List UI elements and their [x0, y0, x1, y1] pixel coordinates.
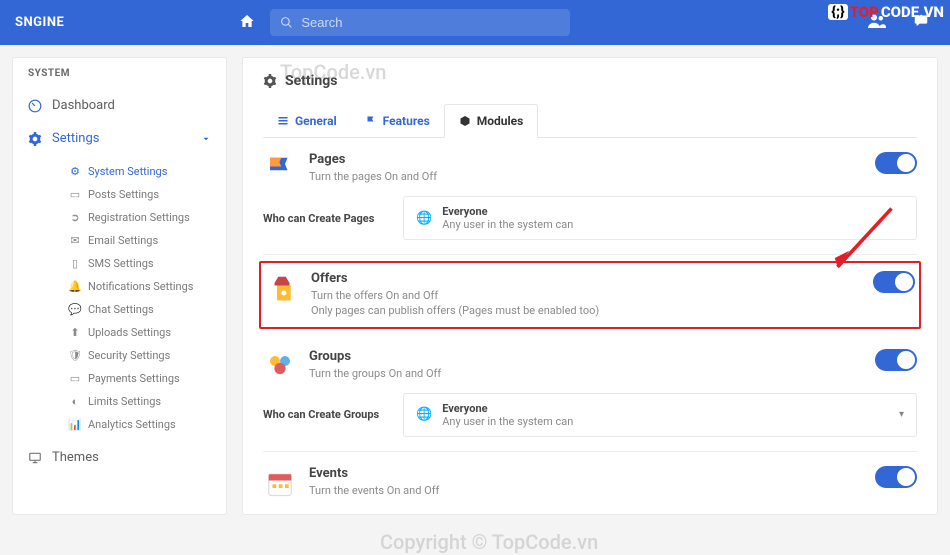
- shield-icon: 🛡: [69, 349, 81, 362]
- sidebar-sub-payments[interactable]: ▭Payments Settings: [49, 367, 226, 390]
- sliders-icon: ⚙: [69, 165, 81, 178]
- highlighted-module: Offers Turn the offers On and Off Only p…: [259, 261, 921, 329]
- cube-icon: [459, 115, 471, 127]
- tab-general[interactable]: General: [263, 104, 351, 137]
- setting-label: Who can Create Groups: [263, 408, 403, 421]
- tabs: General Features Modules: [263, 104, 917, 138]
- phone-icon: ▯: [69, 257, 81, 270]
- groups-icon: [263, 349, 297, 383]
- pages-toggle[interactable]: [875, 152, 917, 174]
- tab-features[interactable]: Features: [351, 104, 444, 137]
- sidebar-sub-uploads[interactable]: ⬆Uploads Settings: [49, 321, 226, 344]
- sidebar-sub-security[interactable]: 🛡Security Settings: [49, 344, 226, 367]
- module-desc: Turn the pages On and Off: [309, 169, 863, 184]
- sidebar-category: SYSTEM: [13, 58, 226, 89]
- sidebar-item-label: Themes: [52, 450, 99, 465]
- module-desc: Turn the offers On and Off: [311, 288, 861, 303]
- sidebar-sub-registration[interactable]: ➲Registration Settings: [49, 206, 226, 229]
- module-events: Events Turn the events On and Off: [263, 452, 917, 514]
- home-icon[interactable]: [239, 13, 255, 33]
- events-icon: [263, 466, 297, 500]
- module-title: Pages: [309, 152, 863, 167]
- module-title: Groups: [309, 349, 863, 364]
- monitor-icon: [28, 451, 42, 465]
- sidebar-item-dashboard[interactable]: Dashboard: [13, 89, 226, 122]
- card-icon: ▭: [69, 372, 81, 385]
- module-groups: Groups Turn the groups On and Off Who ca…: [263, 335, 917, 452]
- topcode-badge: {;} TOPCODE.VN: [822, 0, 950, 24]
- chat-icon: 💬: [69, 303, 81, 316]
- sidebar-sub-posts[interactable]: ▭Posts Settings: [49, 183, 226, 206]
- watermark: Copyright © TopCode.vn: [380, 530, 598, 554]
- sidebar-item-label: Dashboard: [52, 98, 115, 113]
- list-icon: [277, 115, 289, 127]
- gauge-icon: ◐: [69, 395, 81, 408]
- sidebar-sub-limits[interactable]: ◐Limits Settings: [49, 390, 226, 413]
- chevron-down-icon: [201, 134, 211, 144]
- gear-icon: [28, 132, 42, 146]
- sidebar-submenu: ⚙System Settings ▭Posts Settings ➲Regist…: [13, 155, 226, 441]
- posts-icon: ▭: [69, 188, 81, 201]
- login-icon: ➲: [69, 211, 81, 224]
- caret-down-icon: ▾: [899, 409, 904, 420]
- brand-logo: SNGINE: [15, 15, 64, 30]
- sidebar-sub-system[interactable]: ⚙System Settings: [49, 160, 226, 183]
- sidebar-sub-chat[interactable]: 💬Chat Settings: [49, 298, 226, 321]
- offers-icon: [265, 271, 299, 305]
- dashboard-icon: [28, 99, 42, 113]
- module-extra: Only pages can publish offers (Pages mus…: [311, 303, 861, 318]
- bell-icon: 🔔: [69, 280, 81, 293]
- module-title: Offers: [311, 271, 861, 286]
- main-panel: Settings General Features Modules Pages …: [242, 57, 938, 515]
- sidebar-sub-analytics[interactable]: 📊Analytics Settings: [49, 413, 226, 436]
- flag-icon: [365, 115, 377, 127]
- tab-modules[interactable]: Modules: [444, 104, 539, 138]
- page-title: Settings: [263, 73, 917, 89]
- module-pages: Pages Turn the pages On and Off Who can …: [263, 138, 917, 255]
- chart-icon: 📊: [69, 418, 81, 431]
- sidebar-sub-notifications[interactable]: 🔔Notifications Settings: [49, 275, 226, 298]
- sidebar-sub-sms[interactable]: ▯SMS Settings: [49, 252, 226, 275]
- search-icon: [280, 16, 293, 29]
- mail-icon: ✉: [69, 234, 81, 247]
- gear-icon: [263, 74, 277, 88]
- sidebar: SYSTEM Dashboard Settings ⚙System Settin…: [12, 57, 227, 515]
- module-desc: Turn the events On and Off: [309, 483, 863, 498]
- pages-icon: [263, 152, 297, 186]
- module-desc: Turn the groups On and Off: [309, 366, 863, 381]
- pages-who-dropdown[interactable]: 🌐 Everyone Any user in the system can: [403, 196, 917, 240]
- events-toggle[interactable]: [875, 466, 917, 488]
- groups-toggle[interactable]: [875, 349, 917, 371]
- sidebar-item-themes[interactable]: Themes: [13, 441, 226, 474]
- globe-icon: 🌐: [416, 407, 432, 422]
- upload-icon: ⬆: [69, 326, 81, 339]
- groups-who-dropdown[interactable]: 🌐 Everyone Any user in the system can ▾: [403, 393, 917, 437]
- sidebar-sub-email[interactable]: ✉Email Settings: [49, 229, 226, 252]
- search-box[interactable]: [270, 9, 570, 36]
- module-title: Events: [309, 466, 863, 481]
- setting-label: Who can Create Pages: [263, 212, 403, 225]
- sidebar-item-label: Settings: [52, 131, 99, 146]
- globe-icon: 🌐: [416, 211, 432, 226]
- sidebar-item-settings[interactable]: Settings: [13, 122, 226, 155]
- offers-toggle[interactable]: [873, 271, 915, 293]
- search-input[interactable]: [301, 15, 560, 30]
